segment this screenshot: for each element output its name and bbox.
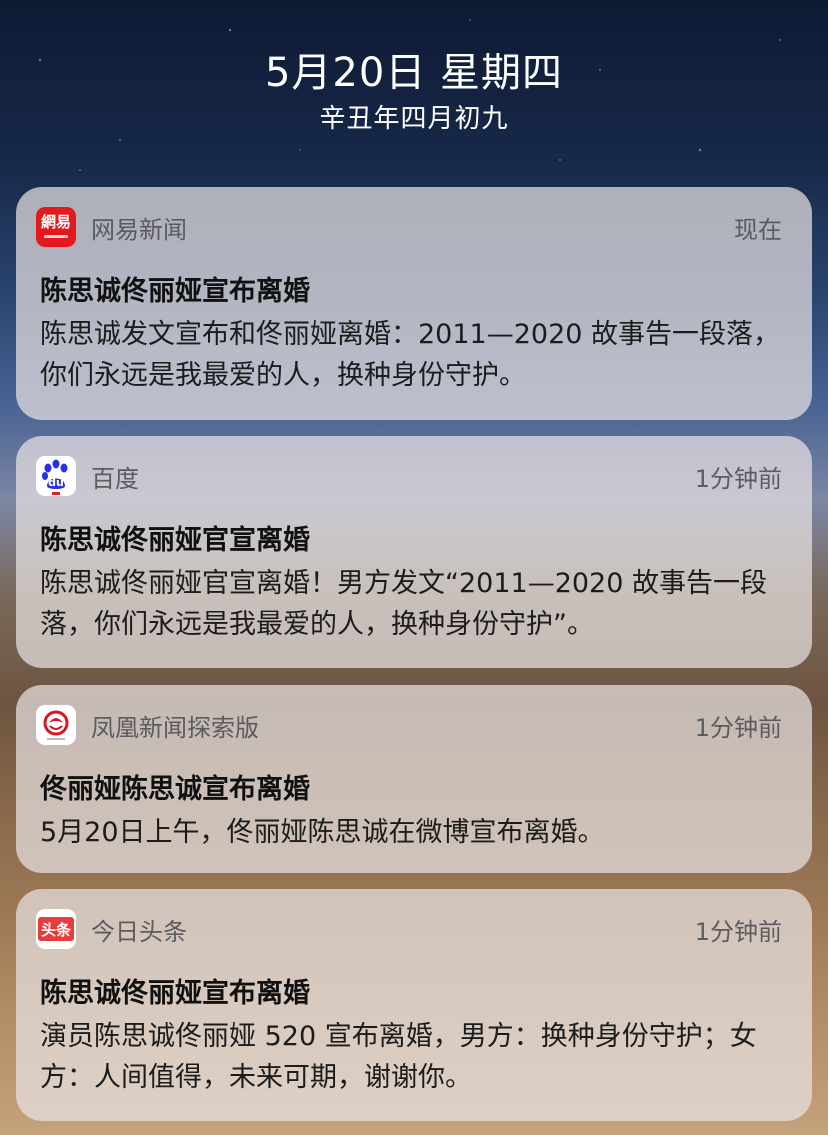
notification-header: 凤凰新闻探索版 1分钟前 — [36, 705, 782, 745]
notification-header: 头条 今日头条 1分钟前 — [36, 909, 782, 949]
netease-news-icon: 網易 — [36, 207, 76, 247]
lockscreen-date: 5月20日 星期四 — [264, 50, 564, 96]
notification-body: 演员陈思诚佟丽娅 520 宣布离婚，男方：换种身份守护；女方：人间值得，未来可期… — [40, 1021, 757, 1093]
notification-app-name: 今日头条 — [91, 918, 187, 946]
notification-card-toutiao[interactable]: 头条 今日头条 1分钟前 陈思诚佟丽娅宣布离婚 演员陈思诚佟丽娅 520 宣布离… — [16, 889, 812, 1121]
notification-app-name: 百度 — [91, 465, 139, 493]
notification-body: 5月20日上午，佟丽娅陈思诚在微博宣布离婚。 — [40, 817, 605, 848]
notification-time: 1分钟前 — [694, 714, 782, 742]
toutiao-icon: 头条 — [36, 909, 76, 949]
baidu-paw-icon: du — [36, 456, 76, 496]
notification-title: 陈思诚佟丽娅官宣离婚 — [40, 525, 310, 556]
notification-time: 现在 — [734, 216, 782, 244]
notification-card-ifeng[interactable]: 凤凰新闻探索版 1分钟前 佟丽娅陈思诚宣布离婚 5月20日上午，佟丽娅陈思诚在微… — [16, 685, 812, 873]
baidu-icon-label: du — [48, 476, 64, 489]
notification-app-name: 网易新闻 — [91, 216, 187, 244]
notification-header: 網易 网易新闻 现在 — [36, 207, 782, 247]
notification-card-netease[interactable]: 網易 网易新闻 现在 陈思诚佟丽娅宣布离婚 陈思诚发文宣布和佟丽娅离婚：2011… — [16, 187, 812, 420]
notification-title: 佟丽娅陈思诚宣布离婚 — [40, 774, 310, 805]
notification-title: 陈思诚佟丽娅宣布离婚 — [40, 978, 310, 1009]
notification-card-baidu[interactable]: du 百度 1分钟前 陈思诚佟丽娅官宣离婚 陈思诚佟丽娅官宣离婚！男方发文“20… — [16, 436, 812, 668]
clock-time-partial — [0, 0, 828, 10]
notification-app-name: 凤凰新闻探索版 — [91, 714, 259, 742]
notification-time: 1分钟前 — [694, 465, 782, 493]
notification-body: 陈思诚佟丽娅官宣离婚！男方发文“2011—2020 故事告一段落，你们永远是我最… — [40, 568, 767, 640]
notification-title: 陈思诚佟丽娅宣布离婚 — [40, 276, 310, 307]
notification-header: du 百度 1分钟前 — [36, 456, 782, 496]
notification-time: 1分钟前 — [694, 918, 782, 946]
notification-body: 陈思诚发文宣布和佟丽娅离婚：2011—2020 故事告一段落，你们永远是我最爱的… — [40, 319, 781, 391]
ifeng-news-icon — [36, 705, 76, 745]
netease-icon-label: 網易 — [40, 213, 71, 231]
toutiao-icon-label: 头条 — [40, 921, 71, 939]
lockscreen-lunar-date: 辛丑年四月初九 — [319, 104, 509, 134]
